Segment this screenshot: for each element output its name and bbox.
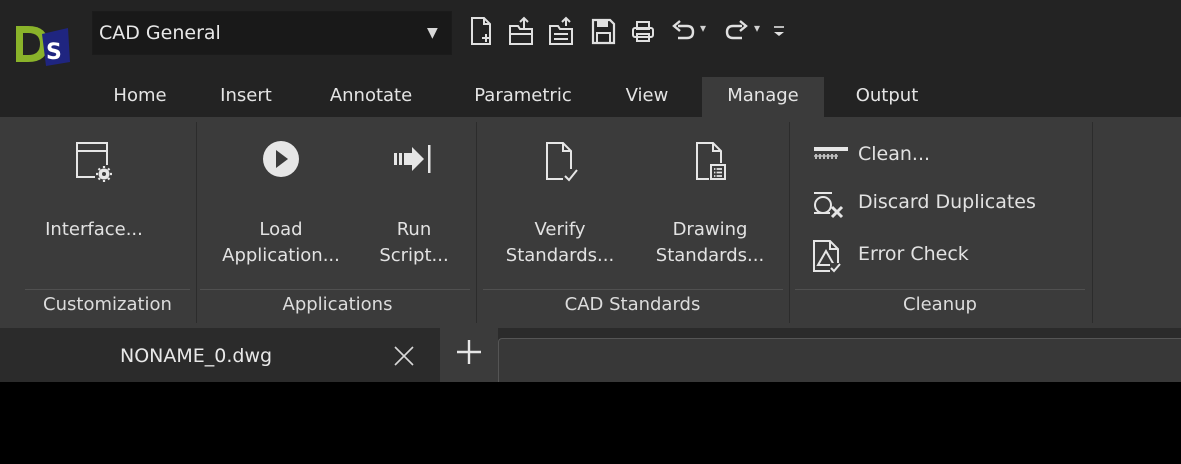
group-divider: [25, 289, 190, 290]
open-sheet-icon[interactable]: [546, 14, 576, 48]
group-label-cad-standards: CAD Standards: [564, 294, 701, 315]
verify-label-line2: Standards...: [505, 245, 615, 266]
new-tab-button[interactable]: [440, 328, 498, 382]
redo-icon[interactable]: [722, 14, 752, 48]
close-icon[interactable]: [392, 344, 416, 368]
tab-manage[interactable]: Manage: [702, 77, 824, 117]
plus-icon: [457, 340, 481, 364]
tab-strip-area: [498, 338, 1181, 382]
run-label-line2: Script...: [379, 245, 449, 266]
app-logo-icon[interactable]: S: [10, 22, 80, 68]
save-icon[interactable]: [588, 14, 618, 48]
discard-duplicates-label: Discard Duplicates: [858, 191, 1036, 213]
run-label-line1: Run: [396, 219, 432, 240]
title-bar: S CAD General ▼ ▾ ▾: [0, 0, 1181, 77]
load-label-line1: Load: [259, 219, 303, 240]
svg-text:S: S: [46, 40, 62, 65]
new-file-icon[interactable]: [466, 14, 496, 48]
undo-icon[interactable]: [668, 14, 698, 48]
run-script-icon: [394, 145, 431, 173]
error-check-label: Error Check: [858, 243, 969, 265]
interface-icon: [76, 142, 115, 183]
discard-duplicates-button[interactable]: Discard Duplicates: [810, 187, 1070, 219]
document-tab-name: NONAME_0.dwg: [120, 345, 273, 367]
play-icon: [263, 141, 299, 177]
group-separator: [476, 122, 477, 323]
redo-dropdown-icon[interactable]: ▾: [754, 21, 760, 35]
group-divider: [795, 289, 1085, 290]
drawing-label-line2: Standards...: [655, 245, 765, 266]
error-check-button[interactable]: Error Check: [810, 239, 1030, 273]
drawing-standards-icon: [696, 142, 727, 181]
clean-icon: [814, 147, 848, 159]
drawing-standards-button[interactable]: Drawing Standards...: [640, 137, 780, 287]
drawing-canvas[interactable]: [0, 382, 1181, 464]
verify-standards-button[interactable]: Verify Standards...: [490, 137, 630, 287]
ribbon-tabs: Home Insert Annotate Parametric View Man…: [0, 77, 1181, 117]
app-window: S CAD General ▼ ▾ ▾ Home Insert Annotate…: [0, 0, 1181, 464]
group-separator: [1092, 122, 1093, 323]
group-separator: [789, 122, 790, 323]
tab-parametric[interactable]: Parametric: [458, 77, 588, 117]
discard-duplicates-icon: [814, 192, 844, 219]
group-divider: [200, 289, 470, 290]
group-label-applications: Applications: [282, 294, 393, 315]
group-label-cleanup: Cleanup: [903, 294, 977, 315]
tab-view[interactable]: View: [614, 77, 680, 117]
interface-label: Interface...: [45, 219, 143, 240]
workspace-selector[interactable]: CAD General ▼: [92, 11, 452, 55]
load-label-line2: Application...: [222, 245, 340, 266]
clean-label: Clean...: [858, 143, 931, 165]
print-icon[interactable]: [628, 14, 658, 48]
document-tab-bar: NONAME_0.dwg: [0, 328, 1181, 382]
group-separator: [196, 122, 197, 323]
run-script-button[interactable]: Run Script...: [366, 137, 462, 287]
verify-standards-icon: [546, 142, 579, 183]
interface-button[interactable]: Interface...: [26, 137, 162, 287]
tab-output[interactable]: Output: [842, 77, 932, 117]
chevron-down-icon: ▼: [427, 25, 438, 41]
clean-button[interactable]: Clean...: [810, 139, 1030, 171]
drawing-label-line1: Drawing: [672, 219, 748, 240]
workspace-label: CAD General: [99, 22, 221, 44]
verify-label-line1: Verify: [534, 219, 586, 240]
group-divider: [483, 289, 783, 290]
tab-annotate[interactable]: Annotate: [316, 77, 426, 117]
group-label-customization: Customization: [43, 294, 172, 315]
customize-icon[interactable]: [768, 14, 790, 48]
open-file-icon[interactable]: [506, 14, 536, 48]
load-application-button[interactable]: Load Application...: [206, 137, 356, 287]
document-tab[interactable]: NONAME_0.dwg: [0, 336, 436, 376]
tab-home[interactable]: Home: [100, 77, 180, 117]
tab-insert[interactable]: Insert: [210, 77, 282, 117]
error-check-icon: [813, 240, 842, 273]
undo-dropdown-icon[interactable]: ▾: [700, 21, 706, 35]
ribbon-panel: Interface... Customization Load Applicat…: [0, 117, 1181, 328]
